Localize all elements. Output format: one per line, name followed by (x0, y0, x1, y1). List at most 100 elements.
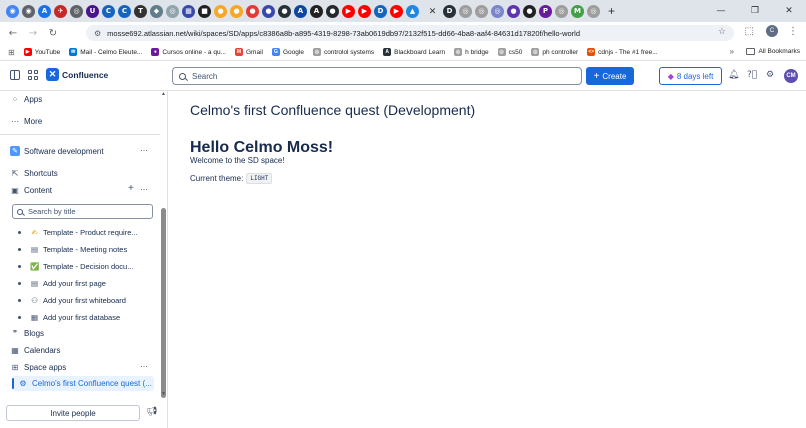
github-icon[interactable]: ● (326, 4, 339, 18)
c-icon[interactable]: C (118, 4, 131, 18)
url-text[interactable]: mosse692.atlassian.net/wiki/spaces/SD/ap… (107, 29, 580, 38)
browser-menu-icon[interactable]: ⋮ (788, 26, 798, 37)
youtube-icon[interactable]: ▶ (390, 4, 403, 18)
p-icon[interactable]: ● (507, 4, 520, 18)
tree-item[interactable]: ⚇ Add your first whiteboard (18, 293, 126, 307)
new-tab-icon[interactable]: + (605, 4, 618, 18)
sidebar-item-space-apps[interactable]: ⊞ Space apps (10, 360, 67, 374)
close-tab-icon[interactable]: ✕ (426, 5, 439, 18)
site-info-icon[interactable]: ⚙ (94, 29, 101, 38)
globe-icon[interactable]: ◎ (459, 4, 472, 18)
sidebar-item-content[interactable]: ▣ Content (10, 183, 52, 197)
globe-icon[interactable]: ◎ (555, 4, 568, 18)
sidebar-item-apps[interactable]: ⁘ Apps (10, 92, 43, 106)
d-icon[interactable]: D (374, 4, 387, 18)
profile-avatar[interactable]: C (766, 25, 778, 37)
sidebar-item-shortcuts[interactable]: ⇱ Shortcuts (10, 166, 58, 180)
c-icon[interactable]: C (102, 4, 115, 18)
bookmark-item[interactable]: ● Cursos online - a qu... (151, 48, 226, 56)
globe-icon[interactable]: ◎ (166, 4, 179, 18)
close-window-icon[interactable]: ✕ (772, 6, 806, 16)
bookmark-item[interactable]: <> cdnjs - The #1 free... (587, 48, 658, 56)
dark-icon[interactable]: ● (278, 4, 291, 18)
bookmark-item[interactable]: ◎ h bridge (454, 48, 489, 56)
d-icon[interactable]: D (443, 4, 456, 18)
black-icon[interactable]: ■ (198, 4, 211, 18)
bookmark-item[interactable]: ✉ Mail - Celmo Eleute... (69, 48, 142, 56)
apps-grid-icon[interactable]: ⊞ (8, 48, 15, 57)
youtube-icon[interactable]: ▶ (342, 4, 355, 18)
a-icon[interactable]: A (310, 4, 323, 18)
back-icon[interactable]: ← (6, 26, 20, 40)
globe-icon[interactable]: ◎ (70, 4, 83, 18)
tree-item[interactable]: ✍ Template - Product require... (18, 225, 138, 239)
tree-item[interactable]: ▤ Template - Meeting notes (18, 242, 127, 256)
product-name[interactable]: Confluence (62, 70, 108, 80)
sidebar-space-header[interactable]: ✎ Software development (10, 144, 104, 158)
global-search[interactable] (172, 67, 582, 85)
globe-icon[interactable]: ◎ (491, 4, 504, 18)
user-avatar[interactable]: CM (784, 69, 798, 83)
settings-gear-icon[interactable]: ⚙ (766, 70, 774, 80)
bookmark-item[interactable]: M Gmail (234, 48, 263, 56)
invite-people-button[interactable]: Invite people (6, 405, 140, 421)
red-icon[interactable]: ● (246, 4, 259, 18)
blue-icon[interactable]: ● (262, 4, 275, 18)
bookmark-item[interactable]: G Google (271, 48, 304, 56)
t-icon[interactable]: T (134, 4, 147, 18)
sidebar-item-more[interactable]: ⋯ More (10, 114, 42, 128)
bookmark-item[interactable]: ▶ YouTube (23, 48, 60, 56)
tree-item[interactable]: ▤ Add your first page (18, 276, 106, 290)
black-icon[interactable]: ● (523, 4, 536, 18)
triangle-icon[interactable]: ▲ (406, 4, 419, 18)
bookmark-item[interactable]: ◎ cs50 (497, 48, 522, 56)
bookmark-star-icon[interactable]: ☆ (718, 27, 726, 37)
bookmark-item[interactable]: ◎ controlol systems (312, 48, 374, 56)
search-input[interactable] (192, 71, 572, 81)
scroll-up-icon[interactable]: ▲ (161, 91, 166, 97)
notifications-bell-icon[interactable]: 🔔︎ (728, 70, 739, 80)
globe-icon[interactable]: ◎ (475, 4, 488, 18)
p-icon[interactable]: P (539, 4, 552, 18)
chrome-icon[interactable]: ◉ (22, 4, 35, 18)
extensions-icon[interactable]: ⬚ (745, 26, 754, 37)
restore-icon[interactable]: ❐ (738, 6, 772, 16)
all-bookmarks[interactable]: All Bookmarks (746, 48, 800, 55)
tree-item[interactable]: ▦ Add your first database (18, 310, 120, 324)
forward-icon[interactable]: → (26, 26, 40, 40)
sidebar-toggle-icon[interactable] (10, 70, 20, 80)
gmail-icon[interactable]: M (571, 4, 584, 18)
grid-icon[interactable]: ▦ (182, 4, 195, 18)
tree-item[interactable]: ✅ Template - Decision docu... (18, 259, 133, 273)
globe-icon[interactable]: ◎ (587, 4, 600, 18)
sidebar-item-quest-app[interactable]: ⚙ Celmo's first Confluence quest (... (18, 376, 151, 390)
bookmark-item[interactable]: A Blackboard Learn (383, 48, 445, 56)
u-icon[interactable]: U (86, 4, 99, 18)
scroll-down-icon[interactable]: ▼ (161, 391, 166, 397)
content-more-icon[interactable]: ⋯ (140, 185, 148, 194)
yellow-icon[interactable]: ● (214, 4, 227, 18)
create-button[interactable]: + Create (586, 67, 634, 85)
yellow-icon[interactable]: ● (230, 4, 243, 18)
sidebar-scrollbar[interactable] (161, 208, 166, 398)
confluence-logo-icon[interactable]: ✕ (46, 68, 59, 81)
a-icon[interactable]: A (38, 4, 51, 18)
bookmark-item[interactable]: ◎ ph controller (531, 48, 578, 56)
add-content-icon[interactable]: + (128, 183, 134, 194)
reload-icon[interactable]: ↻ (46, 26, 60, 40)
chrome-icon[interactable]: ◉ (6, 4, 19, 18)
space-more-icon[interactable]: ⋯ (140, 146, 148, 155)
address-bar[interactable]: ⚙ mosse692.atlassian.net/wiki/spaces/SD/… (86, 25, 734, 41)
youtube-icon[interactable]: ▶ (358, 4, 371, 18)
sidebar-item-blogs[interactable]: ❞ Blogs (10, 326, 44, 340)
trial-button[interactable]: ◆ 8 days left (659, 67, 722, 85)
minimize-icon[interactable]: — (704, 6, 738, 16)
shield-icon[interactable]: ◆ (150, 4, 163, 18)
app-switcher-icon[interactable] (28, 70, 38, 80)
bookmarks-overflow-icon[interactable]: » (730, 47, 734, 56)
bird-icon[interactable]: ✈ (54, 4, 67, 18)
help-icon[interactable]: ?⃝ (747, 70, 757, 80)
sidebar-item-calendars[interactable]: ▦ Calendars (10, 343, 60, 357)
feedback-megaphone-icon[interactable]: 📢︎ (146, 407, 157, 417)
content-search[interactable] (12, 204, 153, 219)
